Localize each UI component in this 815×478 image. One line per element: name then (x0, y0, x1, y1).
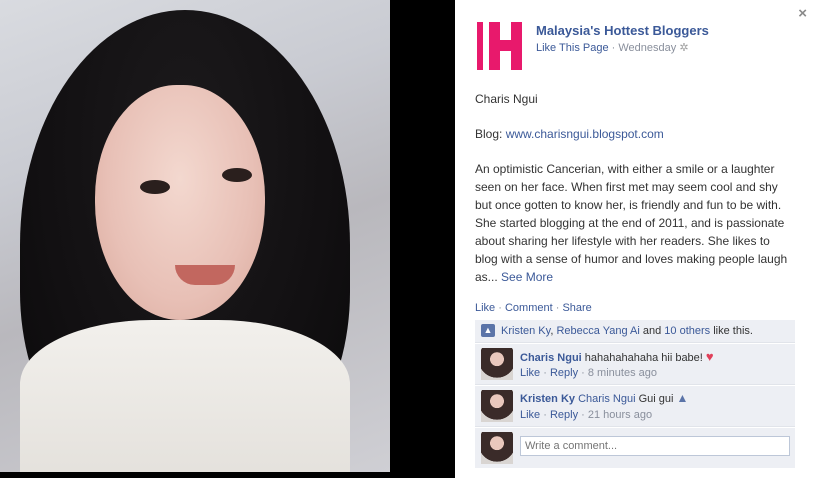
blog-url-link[interactable]: www.charisngui.blogspot.com (506, 127, 664, 141)
likes-summary: ▲ Kristen Ky, Rebecca Yang Ai and 10 oth… (475, 320, 795, 343)
comment-item: Kristen Ky Charis Ngui Gui gui ▲ Like · … (475, 386, 795, 427)
post-date[interactable]: Wednesday (618, 42, 676, 54)
photo[interactable] (0, 0, 390, 472)
mention-link[interactable]: Charis Ngui (578, 393, 635, 405)
comment-reply-link[interactable]: Reply (550, 367, 578, 379)
gear-icon[interactable]: ✲ (679, 42, 688, 54)
post-sidebar: × Malaysia's Hottest Bloggers Like This … (455, 0, 815, 478)
avatar[interactable] (481, 390, 513, 422)
like-page-link[interactable]: Like This Page (536, 42, 609, 54)
comment-time[interactable]: 8 minutes ago (588, 367, 657, 379)
liker-link[interactable]: Kristen Ky (501, 325, 550, 337)
thumbs-up-icon: ▲ (481, 324, 495, 337)
post-body: Charis Ngui Blog: www.charisngui.blogspo… (475, 90, 795, 303)
feedback-box: ▲ Kristen Ky, Rebecca Yang Ai and 10 oth… (475, 320, 795, 468)
photo-face (95, 85, 265, 320)
comment-like-link[interactable]: Like (520, 367, 540, 379)
blog-label: Blog: (475, 127, 506, 141)
others-link[interactable]: 10 others (664, 325, 710, 337)
separator: and (639, 325, 665, 337)
comment-reply-link[interactable]: Reply (550, 409, 578, 421)
page-name-link[interactable]: Malaysia's Hottest Bloggers (536, 23, 709, 38)
comment-body: Gui gui (635, 393, 677, 405)
comment-body: hahahahahaha hii babe! (581, 352, 706, 364)
comment-item: Charis Ngui hahahahahaha hii babe! ♥ Lik… (475, 344, 795, 385)
separator: · (608, 42, 619, 54)
likes-suffix: like this. (710, 325, 753, 337)
post-name: Charis Ngui (475, 92, 538, 106)
like-link[interactable]: Like (475, 302, 495, 314)
comment-link[interactable]: Comment (505, 302, 553, 314)
separator: · (578, 409, 588, 421)
comment-text: Kristen Ky Charis Ngui Gui gui ▲ (520, 391, 688, 405)
avatar (481, 432, 513, 464)
comment-author-link[interactable]: Kristen Ky (520, 393, 575, 405)
separator: · (578, 367, 588, 379)
comment-composer (475, 428, 795, 468)
comment-author-link[interactable]: Charis Ngui (520, 352, 582, 364)
thumbs-up-icon: ▲ (676, 391, 689, 405)
comment-input[interactable] (520, 436, 790, 456)
photo-shirt (20, 320, 350, 472)
description-text: An optimistic Cancerian, with either a s… (475, 162, 788, 284)
close-icon[interactable]: × (798, 5, 807, 22)
separator: · (495, 302, 505, 314)
avatar[interactable] (481, 348, 513, 380)
post-blog-line: Blog: www.charisngui.blogspot.com (475, 125, 795, 143)
post-actions: Like · Comment · Share (475, 302, 592, 314)
comment-meta: Like · Reply · 21 hours ago (520, 409, 652, 421)
photo-eye (222, 168, 252, 182)
post-description: An optimistic Cancerian, with either a s… (475, 160, 795, 286)
separator: · (552, 302, 563, 314)
see-more-link[interactable]: See More (501, 270, 553, 284)
comment-text: Charis Ngui hahahahahaha hii babe! ♥ (520, 349, 714, 364)
share-link[interactable]: Share (562, 302, 591, 314)
photo-bottom-border (0, 472, 390, 478)
separator: · (540, 409, 550, 421)
photo-eye (140, 180, 170, 194)
separator: · (540, 367, 550, 379)
photo-margin (390, 0, 455, 478)
page-logo[interactable] (475, 20, 523, 72)
liker-link[interactable]: Rebecca Yang Ai (556, 325, 639, 337)
heart-icon: ♥ (705, 349, 714, 364)
comment-time[interactable]: 21 hours ago (588, 409, 652, 421)
page-meta: Like This Page · Wednesday ✲ (536, 41, 689, 54)
comment-like-link[interactable]: Like (520, 409, 540, 421)
comment-meta: Like · Reply · 8 minutes ago (520, 367, 657, 379)
